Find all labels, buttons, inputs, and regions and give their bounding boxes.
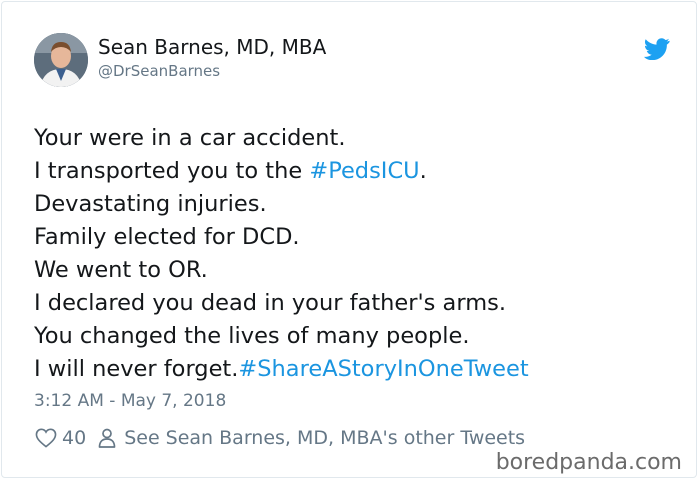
tweet-timestamp[interactable]: 3:12 AM - May 7, 2018 bbox=[34, 391, 226, 411]
tweet-actions: 40 See Sean Barnes, MD, MBA's other Twee… bbox=[35, 427, 525, 449]
tweet-line: Family elected for DCD. bbox=[34, 221, 529, 254]
tweet-line: I transported you to the #PedsICU. bbox=[34, 155, 529, 188]
tweet-line: You changed the lives of many people. bbox=[34, 320, 529, 353]
tweet-line: Your were in a car accident. bbox=[34, 122, 529, 155]
tweet-line: I declared you dead in your father's arm… bbox=[34, 287, 529, 320]
tweet-text-segment: . bbox=[419, 158, 427, 184]
hashtag-link[interactable]: #ShareAStoryInOneTweet bbox=[238, 356, 528, 382]
tweet-card: Sean Barnes, MD, MBA @DrSeanBarnes Your … bbox=[1, 1, 697, 478]
other-tweets-link[interactable]: See Sean Barnes, MD, MBA's other Tweets bbox=[124, 427, 525, 449]
tweet-text-segment: We went to OR. bbox=[34, 257, 208, 283]
tweet-line: We went to OR. bbox=[34, 254, 529, 287]
tweet-text-segment: I will never forget. bbox=[34, 356, 239, 382]
person-icon[interactable] bbox=[98, 428, 116, 448]
like-count[interactable]: 40 bbox=[62, 427, 86, 449]
twitter-bird-icon[interactable] bbox=[643, 38, 670, 61]
author-name[interactable]: Sean Barnes, MD, MBA bbox=[98, 35, 326, 59]
heart-icon[interactable] bbox=[35, 428, 57, 448]
tweet-text-segment: Devastating injuries. bbox=[34, 191, 267, 217]
tweet-text-segment: You changed the lives of many people. bbox=[34, 323, 470, 349]
tweet-text-segment: Family elected for DCD. bbox=[34, 224, 300, 250]
tweet-text-segment: I transported you to the bbox=[34, 158, 310, 184]
avatar[interactable] bbox=[34, 33, 88, 87]
author-handle[interactable]: @DrSeanBarnes bbox=[98, 62, 220, 80]
tweet-text: Your were in a car accident. I transporte… bbox=[34, 122, 529, 386]
watermark: boredpanda.com bbox=[495, 450, 682, 475]
tweet-text-segment: I declared you dead in your father's arm… bbox=[34, 290, 506, 316]
hashtag-link[interactable]: #PedsICU bbox=[309, 158, 419, 184]
tweet-line: Devastating injuries. bbox=[34, 188, 529, 221]
profile-photo-icon bbox=[34, 33, 88, 87]
tweet-text-segment: Your were in a car accident. bbox=[34, 125, 346, 151]
tweet-line: I will never forget.#ShareAStoryInOneTwe… bbox=[34, 353, 529, 386]
